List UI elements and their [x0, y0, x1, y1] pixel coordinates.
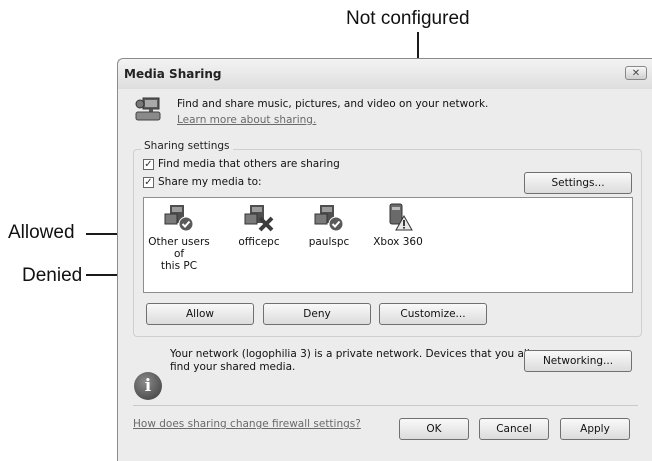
- network-info-line2: find your shared media.: [170, 361, 296, 373]
- device-item-paulspc[interactable]: paulspc: [294, 202, 364, 248]
- media-device-allowed-icon: [314, 205, 344, 232]
- device-name: Other users of: [148, 236, 210, 260]
- info-icon: i: [134, 372, 162, 400]
- sharing-settings-label: Sharing settings: [141, 140, 233, 152]
- device-name: officepc: [238, 236, 280, 248]
- close-button[interactable]: ✕: [625, 66, 647, 80]
- share-media-checkbox[interactable]: ✓: [143, 177, 154, 188]
- settings-button[interactable]: Settings...: [524, 172, 632, 194]
- media-device-allowed-icon: [164, 205, 194, 232]
- xbox-warning-icon: [389, 203, 413, 231]
- share-media-label: Share my media to:: [158, 176, 262, 188]
- footer-separator: [133, 405, 638, 406]
- device-name: Xbox 360: [373, 236, 423, 248]
- device-item-other-users[interactable]: Other users of this PC: [144, 202, 214, 272]
- network-info-line1: Your network (logophilia 3) is a private…: [170, 348, 567, 360]
- device-name-line2: this PC: [160, 260, 198, 272]
- apply-button[interactable]: Apply: [560, 418, 630, 440]
- ok-button[interactable]: OK: [399, 418, 469, 440]
- learn-more-link[interactable]: Learn more about sharing.: [177, 114, 316, 126]
- find-media-label: Find media that others are sharing: [158, 158, 340, 170]
- callout-allowed: Allowed: [8, 222, 75, 243]
- window-title: Media Sharing: [124, 67, 222, 81]
- media-device-denied-icon: [244, 205, 274, 232]
- title-bar: Media Sharing ✕: [118, 59, 652, 89]
- header-description: Find and share music, pictures, and vide…: [177, 98, 489, 110]
- allow-button[interactable]: Allow: [146, 303, 254, 325]
- callout-not-configured: Not configured: [346, 8, 470, 29]
- media-sharing-dialog: Media Sharing ✕ Find and share music, pi…: [117, 58, 652, 461]
- firewall-settings-link[interactable]: How does sharing change firewall setting…: [133, 418, 361, 430]
- media-sharing-icon: [135, 97, 161, 121]
- device-name: paulspc: [308, 236, 350, 248]
- device-item-officepc[interactable]: officepc: [224, 202, 294, 248]
- device-item-xbox-360[interactable]: Xbox 360: [363, 202, 433, 248]
- deny-button[interactable]: Deny: [263, 303, 371, 325]
- cancel-button[interactable]: Cancel: [479, 418, 549, 440]
- customize-button[interactable]: Customize...: [379, 303, 487, 325]
- networking-button[interactable]: Networking...: [524, 350, 632, 372]
- device-list[interactable]: Other users of this PC officepc paulspc …: [143, 197, 633, 293]
- callout-denied: Denied: [22, 265, 83, 286]
- find-media-checkbox[interactable]: ✓: [143, 159, 154, 170]
